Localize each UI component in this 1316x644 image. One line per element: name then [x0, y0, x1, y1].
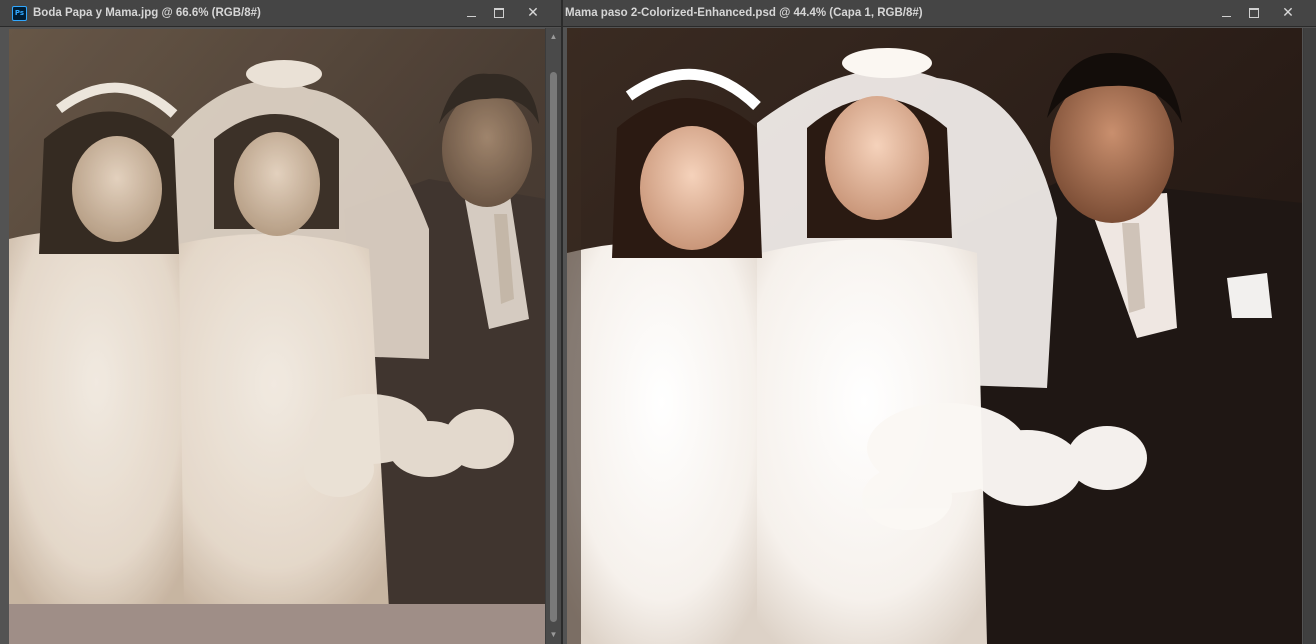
scrollbar-thumb[interactable]	[550, 72, 557, 622]
wedding-photo-original	[9, 29, 546, 644]
window-controls: ✕	[457, 3, 553, 23]
close-button[interactable]: ✕	[513, 3, 553, 23]
maximize-icon	[494, 8, 504, 18]
minimize-button[interactable]	[457, 3, 485, 23]
maximize-icon	[1249, 8, 1259, 18]
close-icon: ✕	[527, 5, 539, 21]
document-titlebar[interactable]: Mama paso 2-Colorized-Enhanced.psd @ 44.…	[563, 0, 1316, 27]
document-canvas-colorized[interactable]	[567, 28, 1302, 644]
vertical-scrollbar[interactable]	[1303, 28, 1316, 644]
minimize-icon	[1221, 16, 1231, 17]
document-window-colorized[interactable]: Mama paso 2-Colorized-Enhanced.psd @ 44.…	[563, 0, 1316, 644]
scroll-up-icon[interactable]: ▲	[546, 30, 561, 44]
scroll-down-icon[interactable]: ▼	[546, 628, 561, 642]
maximize-button[interactable]	[485, 3, 513, 23]
document-canvas-original[interactable]	[9, 29, 546, 644]
document-title: Mama paso 2-Colorized-Enhanced.psd @ 44.…	[565, 7, 923, 19]
close-button[interactable]: ✕	[1268, 3, 1308, 23]
document-title: Boda Papa y Mama.jpg @ 66.6% (RGB/8#)	[33, 7, 261, 19]
vertical-scrollbar[interactable]: ▲ ▼	[545, 28, 561, 644]
minimize-icon	[466, 16, 476, 17]
document-titlebar[interactable]: Ps Boda Papa y Mama.jpg @ 66.6% (RGB/8#)…	[0, 0, 561, 27]
minimize-button[interactable]	[1212, 3, 1240, 23]
window-controls: ✕	[1212, 3, 1308, 23]
maximize-button[interactable]	[1240, 3, 1268, 23]
photoshop-icon: Ps	[12, 5, 27, 21]
wedding-photo-colorized	[567, 28, 1302, 644]
close-icon: ✕	[1282, 5, 1294, 21]
document-window-original[interactable]: Ps Boda Papa y Mama.jpg @ 66.6% (RGB/8#)…	[0, 0, 561, 644]
